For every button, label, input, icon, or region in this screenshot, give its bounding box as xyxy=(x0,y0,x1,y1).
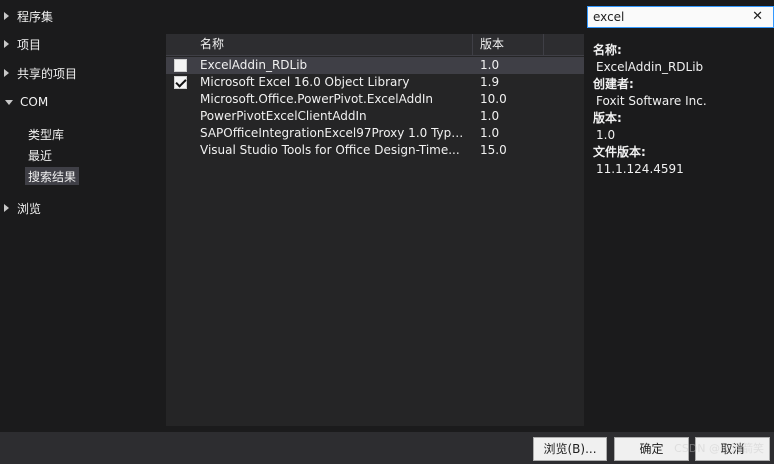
reference-list: 名称 版本 ExcelAddin_RDLib 1.0 Microsoft Exc… xyxy=(166,34,584,426)
table-row[interactable]: ExcelAddin_RDLib 1.0 xyxy=(166,57,584,74)
detail-value-name: ExcelAddin_RDLib xyxy=(596,60,704,74)
sidebar-item-label: COM xyxy=(20,95,49,109)
detail-label-version: 版本: xyxy=(593,111,622,125)
sidebar-item-search-results[interactable]: 搜索结果 xyxy=(25,167,80,185)
detail-label-creator: 创建者: xyxy=(593,77,634,91)
table-row[interactable]: Microsoft Excel 16.0 Object Library 1.9 xyxy=(166,74,584,91)
sidebar-item-browse[interactable]: 浏览 xyxy=(4,198,41,218)
detail-value-file-version: 11.1.124.4591 xyxy=(596,162,684,176)
column-header-version[interactable]: 版本 xyxy=(474,34,544,55)
row-name: SAPOfficeIntegrationExcel97Proxy 1.0 Typ… xyxy=(200,126,468,140)
checkbox-icon[interactable] xyxy=(174,76,187,89)
row-name: PowerPivotExcelClientAddIn xyxy=(200,109,367,123)
sidebar-item-type-libraries[interactable]: 类型库 xyxy=(25,125,67,143)
cancel-button[interactable]: 取消 xyxy=(695,437,770,461)
row-name: ExcelAddin_RDLib xyxy=(200,58,308,72)
list-header: 名称 版本 xyxy=(166,34,584,56)
row-name: Microsoft.Office.PowerPivot.ExcelAddIn xyxy=(200,92,433,106)
dialog-footer: 浏览(B)... 确定 取消 CSDN @长河箭笑 xyxy=(0,432,774,464)
triangle-down-icon[interactable] xyxy=(5,99,13,105)
detail-label-name: 名称: xyxy=(593,43,622,57)
row-version: 1.0 xyxy=(480,109,500,123)
table-row[interactable]: SAPOfficeIntegrationExcel97Proxy 1.0 Typ… xyxy=(166,125,584,142)
checkmark-icon xyxy=(175,76,187,88)
sidebar-item-shared-projects[interactable]: 共享的项目 xyxy=(4,63,77,83)
browse-button[interactable]: 浏览(B)... xyxy=(533,437,607,461)
row-version: 15.0 xyxy=(480,143,507,157)
detail-label-file-version: 文件版本: xyxy=(593,145,646,159)
sidebar-item-label: 最近 xyxy=(28,148,53,163)
row-version: 1.0 xyxy=(480,58,500,72)
detail-value-version: 1.0 xyxy=(596,128,616,142)
triangle-right-icon[interactable] xyxy=(4,12,9,20)
sidebar-item-label: 搜索结果 xyxy=(28,169,77,184)
checkbox-icon[interactable] xyxy=(174,59,187,72)
sidebar-item-com[interactable]: COM xyxy=(4,92,48,112)
sidebar-item-label: 浏览 xyxy=(17,201,42,216)
column-header-name[interactable]: 名称 xyxy=(166,34,473,55)
row-version: 1.0 xyxy=(480,126,500,140)
row-version: 1.9 xyxy=(480,75,500,89)
row-name: Microsoft Excel 16.0 Object Library xyxy=(200,75,410,89)
row-name: Visual Studio Tools for Office Design-Ti… xyxy=(200,143,460,157)
sidebar-item-label: 类型库 xyxy=(28,127,65,142)
sidebar: 程序集 项目 共享的项目 COM 类型库 最近 搜索结果 浏览 xyxy=(0,0,166,432)
sidebar-item-recent[interactable]: 最近 xyxy=(25,146,55,164)
sidebar-item-label: 项目 xyxy=(17,37,42,52)
detail-value-creator: Foxit Software Inc. xyxy=(596,94,707,108)
table-row[interactable]: Visual Studio Tools for Office Design-Ti… xyxy=(166,142,584,159)
row-version: 10.0 xyxy=(480,92,507,106)
triangle-right-icon[interactable] xyxy=(4,204,9,212)
details-pane: 名称: ExcelAddin_RDLib 创建者: Foxit Software… xyxy=(593,42,771,178)
close-icon[interactable]: ✕ xyxy=(752,9,763,25)
ok-button[interactable]: 确定 xyxy=(614,437,689,461)
sidebar-item-projects[interactable]: 项目 xyxy=(4,34,41,54)
table-row[interactable]: Microsoft.Office.PowerPivot.ExcelAddIn 1… xyxy=(166,91,584,108)
search-input[interactable] xyxy=(588,7,753,27)
table-row[interactable]: PowerPivotExcelClientAddIn 1.0 xyxy=(166,108,584,125)
sidebar-item-label: 程序集 xyxy=(17,9,54,24)
search-box: ✕ xyxy=(587,6,774,28)
triangle-right-icon[interactable] xyxy=(4,40,9,48)
sidebar-item-assemblies[interactable]: 程序集 xyxy=(4,6,53,26)
sidebar-item-label: 共享的项目 xyxy=(17,66,78,81)
triangle-right-icon[interactable] xyxy=(4,69,9,77)
